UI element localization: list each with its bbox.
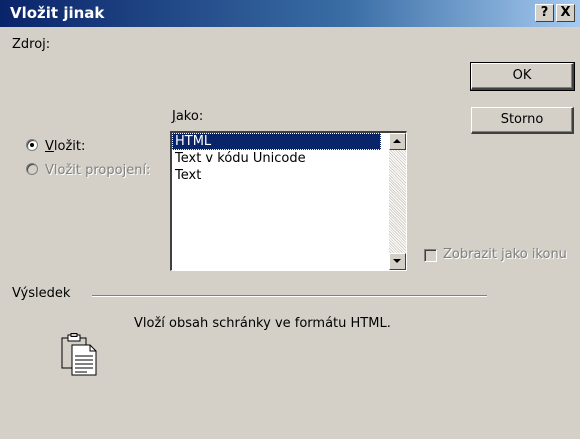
ok-button[interactable]: OK: [470, 62, 575, 91]
paste-link-radio-button[interactable]: [26, 163, 38, 175]
list-item[interactable]: Text v kódu Unicode: [172, 150, 381, 167]
close-button[interactable]: X: [556, 4, 575, 22]
paste-radio-label: Vložit:: [45, 139, 86, 154]
title-bar[interactable]: Vložit jinak ? X: [0, 0, 580, 27]
result-description: Vloží obsah schránky ve formátu HTML.: [134, 316, 391, 331]
listbox-scrollbar[interactable]: [389, 133, 406, 270]
scroll-up-arrow-icon[interactable]: [389, 133, 406, 150]
list-item[interactable]: Text: [172, 167, 381, 184]
paste-link-radio-label: Vložit propojení:: [45, 163, 151, 178]
as-label: Jako:: [172, 109, 204, 124]
as-listbox[interactable]: HTML Text v kódu Unicode Text: [170, 131, 407, 271]
help-button[interactable]: ?: [535, 4, 554, 22]
result-group-separator: [92, 295, 487, 297]
scroll-down-arrow-icon[interactable]: [389, 253, 406, 270]
paste-special-dialog: Vložit jinak ? X Zdroj: OK Storno Jako: …: [0, 0, 580, 439]
cancel-button[interactable]: Storno: [471, 107, 574, 134]
paste-radio-button[interactable]: [26, 139, 38, 151]
source-label: Zdroj:: [12, 37, 51, 52]
display-as-icon-label: Zobrazit jako ikonu: [443, 247, 567, 262]
result-group-title: Výsledek: [12, 286, 71, 301]
window-title: Vložit jinak: [10, 4, 105, 22]
list-item[interactable]: HTML: [172, 133, 381, 150]
clipboard-icon: [61, 333, 97, 376]
display-as-icon-checkbox[interactable]: [424, 249, 437, 262]
as-list-items: HTML Text v kódu Unicode Text: [172, 133, 381, 184]
paste-radio[interactable]: Vložit:: [26, 139, 85, 154]
paste-link-radio[interactable]: Vložit propojení:: [26, 163, 150, 178]
